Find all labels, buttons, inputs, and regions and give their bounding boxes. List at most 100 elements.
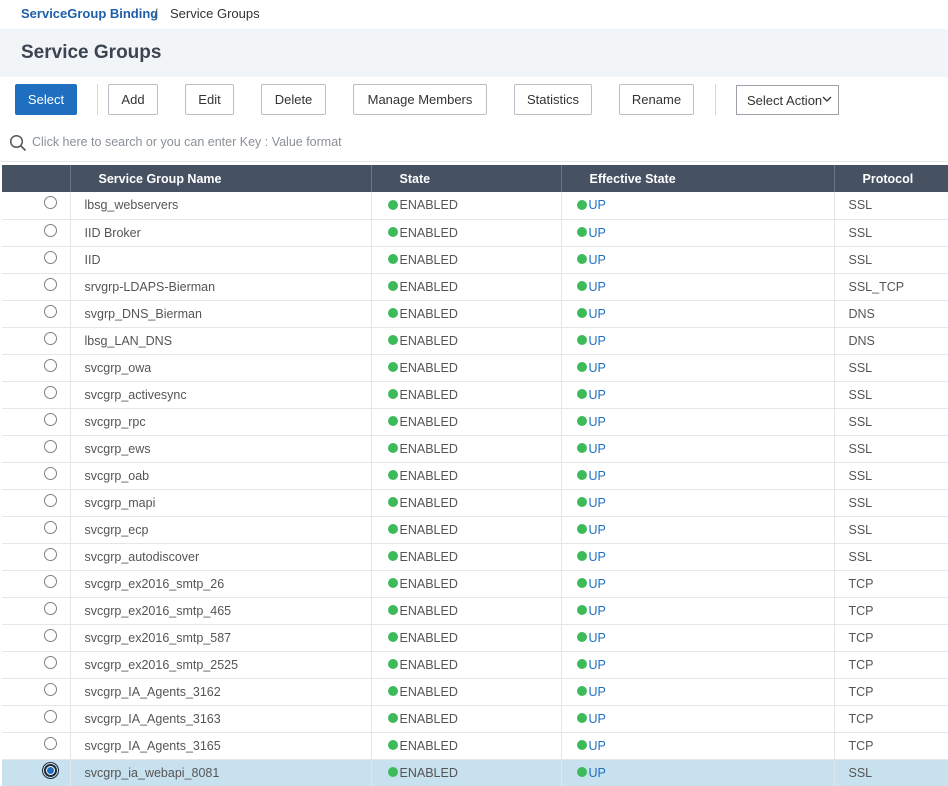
row-radio-button[interactable] <box>44 547 58 561</box>
table-row[interactable]: svcgrp_oab ENABLED UP SSL <box>2 462 948 489</box>
table-row[interactable]: srvgrp-LDAPS-Bierman ENABLED UP SSL_TCP <box>2 273 948 300</box>
service-group-name: svcgrp_activesync <box>69 381 371 408</box>
statistics-button[interactable]: Statistics <box>514 84 592 115</box>
table-row[interactable]: svcgrp_rpc ENABLED UP SSL <box>2 408 948 435</box>
row-radio-button[interactable] <box>44 331 58 345</box>
row-radio-button[interactable] <box>44 466 58 480</box>
row-radio-button[interactable] <box>44 385 58 399</box>
breadcrumb-link-servicegroup-binding[interactable]: ServiceGroup Binding <box>21 6 158 21</box>
row-radio-button[interactable] <box>44 304 58 318</box>
row-select-cell <box>2 678 70 705</box>
state-text: ENABLED <box>399 306 458 321</box>
status-dot-icon <box>387 551 398 562</box>
state-text: ENABLED <box>399 468 458 483</box>
table-row[interactable]: svcgrp_ews ENABLED UP SSL <box>2 435 948 462</box>
status-dot-icon <box>387 767 398 778</box>
status-dot-icon <box>387 470 398 481</box>
state-text: ENABLED <box>399 657 458 672</box>
column-header-effective-state[interactable]: Effective State <box>560 165 834 192</box>
service-group-name: svcgrp_ex2016_smtp_26 <box>69 570 371 597</box>
search-bar <box>0 122 948 162</box>
search-input[interactable] <box>32 131 932 153</box>
table-row[interactable]: IID Broker ENABLED UP SSL <box>2 219 948 246</box>
row-radio-button[interactable] <box>44 655 58 669</box>
row-radio-button[interactable] <box>44 277 58 291</box>
protocol-cell: TCP <box>833 570 948 597</box>
status-dot-icon <box>576 335 587 346</box>
effective-state-cell: UP <box>560 759 834 786</box>
delete-button[interactable]: Delete <box>261 84 326 115</box>
table-row[interactable]: svcgrp_activesync ENABLED UP SSL <box>2 381 948 408</box>
row-radio-button[interactable] <box>44 439 58 453</box>
effective-state-text: UP <box>588 603 606 618</box>
status-dot-icon <box>576 524 587 535</box>
effective-state-text: UP <box>588 495 606 510</box>
row-radio-button[interactable] <box>44 493 58 507</box>
column-header-protocol[interactable]: Protocol <box>833 165 948 192</box>
table-row[interactable]: svcgrp_ex2016_smtp_2525 ENABLED UP TCP <box>2 651 948 678</box>
table-row[interactable]: lbsg_webservers ENABLED UP SSL <box>2 192 948 219</box>
state-text: ENABLED <box>399 765 458 780</box>
table-row[interactable]: svcgrp_ecp ENABLED UP SSL <box>2 516 948 543</box>
select-action-dropdown[interactable]: Select Action <box>736 85 839 115</box>
table-row[interactable]: svcgrp_owa ENABLED UP SSL <box>2 354 948 381</box>
service-group-name: svcgrp_IA_Agents_3162 <box>69 678 371 705</box>
row-radio-button[interactable] <box>44 196 58 210</box>
table-row[interactable]: svcgrp_IA_Agents_3163 ENABLED UP TCP <box>2 705 948 732</box>
effective-state-cell: UP <box>560 219 834 246</box>
column-header-state[interactable]: State <box>370 165 561 192</box>
add-button[interactable]: Add <box>108 84 158 115</box>
table-row[interactable]: lbsg_LAN_DNS ENABLED UP DNS <box>2 327 948 354</box>
row-radio-button[interactable] <box>44 628 58 642</box>
row-select-cell <box>2 246 70 273</box>
breadcrumb-current: Service Groups <box>170 6 260 21</box>
effective-state-text: UP <box>588 414 606 429</box>
table-row[interactable]: svcgrp_ia_webapi_8081 ENABLED UP SSL <box>2 759 948 786</box>
row-radio-button[interactable] <box>44 682 58 696</box>
row-select-cell <box>2 732 70 759</box>
effective-state-text: UP <box>588 441 606 456</box>
column-header-service-group-name[interactable]: Service Group Name <box>69 165 371 192</box>
rename-button[interactable]: Rename <box>619 84 694 115</box>
row-radio-button[interactable] <box>42 761 60 779</box>
table-row[interactable]: svcgrp_ex2016_smtp_587 ENABLED UP TCP <box>2 624 948 651</box>
status-dot-icon <box>576 605 587 616</box>
table-row[interactable]: svcgrp_ex2016_smtp_26 ENABLED UP TCP <box>2 570 948 597</box>
protocol-cell: SSL <box>833 435 948 462</box>
protocol-cell: TCP <box>833 597 948 624</box>
row-select-cell <box>2 435 70 462</box>
row-radio-button[interactable] <box>44 520 58 534</box>
row-radio-button[interactable] <box>44 412 58 426</box>
table-row[interactable]: svcgrp_autodiscover ENABLED UP SSL <box>2 543 948 570</box>
page-title: Service Groups <box>21 42 162 63</box>
table-row[interactable]: IID ENABLED UP SSL <box>2 246 948 273</box>
manage-members-button[interactable]: Manage Members <box>353 84 487 115</box>
effective-state-text: UP <box>588 549 606 564</box>
row-radio-button[interactable] <box>44 601 58 615</box>
table-row[interactable]: svcgrp_IA_Agents_3162 ENABLED UP TCP <box>2 678 948 705</box>
row-radio-button[interactable] <box>44 250 58 264</box>
state-cell: ENABLED <box>370 597 561 624</box>
table-row[interactable]: svgrp_DNS_Bierman ENABLED UP DNS <box>2 300 948 327</box>
select-button[interactable]: Select <box>15 84 77 115</box>
row-select-cell <box>2 759 70 786</box>
status-dot-icon <box>387 524 398 535</box>
service-group-name: svcgrp_mapi <box>69 489 371 516</box>
table-row[interactable]: svcgrp_ex2016_smtp_465 ENABLED UP TCP <box>2 597 948 624</box>
row-radio-button[interactable] <box>44 574 58 588</box>
edit-button[interactable]: Edit <box>185 84 234 115</box>
table-row[interactable]: svcgrp_IA_Agents_3165 ENABLED UP TCP <box>2 732 948 759</box>
breadcrumb: ServiceGroup Binding / Service Groups <box>0 0 948 29</box>
protocol-cell: TCP <box>833 732 948 759</box>
search-icon[interactable] <box>9 134 27 152</box>
row-radio-button[interactable] <box>44 223 58 237</box>
table-row[interactable]: svcgrp_mapi ENABLED UP SSL <box>2 489 948 516</box>
row-select-cell <box>2 300 70 327</box>
service-group-name: svcgrp_owa <box>69 354 371 381</box>
row-radio-button[interactable] <box>44 736 58 750</box>
row-radio-button[interactable] <box>44 709 58 723</box>
row-radio-button[interactable] <box>44 358 58 372</box>
effective-state-cell: UP <box>560 732 834 759</box>
protocol-cell: SSL <box>833 489 948 516</box>
service-group-name: svcgrp_IA_Agents_3165 <box>69 732 371 759</box>
